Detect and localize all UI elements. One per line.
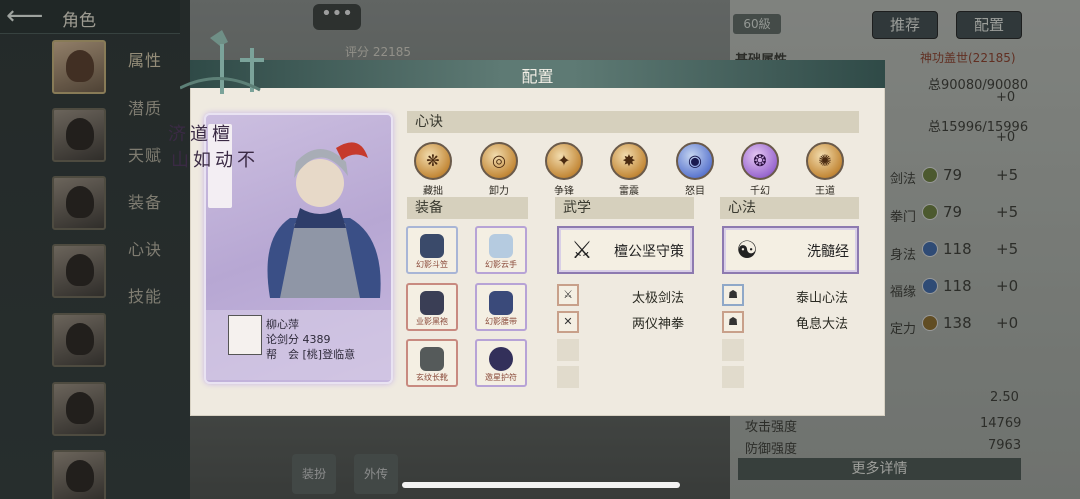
skill-label: 雷震 — [619, 186, 639, 197]
guild-name: 帮 会 [桃]登临意 — [266, 348, 356, 361]
skill-icon[interactable]: ✸ — [610, 142, 648, 180]
empty-skill-slot[interactable] — [722, 366, 744, 388]
inner-art-icon[interactable]: ☗ — [722, 284, 744, 306]
martial-art-name: 两仪神拳 — [632, 317, 685, 332]
empty-skill-slot[interactable] — [557, 339, 579, 361]
inner-art-name: 龟息大法 — [796, 317, 849, 332]
skill-icon[interactable]: ◉ — [676, 142, 714, 180]
player-avatar — [228, 315, 262, 355]
character-name: 檀道济 — [165, 124, 230, 142]
sword-score: 论剑分 4389 — [266, 333, 331, 346]
equipment-slot[interactable]: 玄纹长靴 — [406, 339, 458, 387]
equipment-slot[interactable]: 幻影云手 — [475, 226, 527, 274]
equipment-slot[interactable]: 幻影斗笠 — [406, 226, 458, 274]
inner-art-name: 泰山心法 — [796, 291, 849, 306]
equipment-header: 装备 — [407, 197, 528, 219]
equipment-slot[interactable]: 幻影腰带 — [475, 283, 527, 331]
character-illustration — [267, 142, 381, 298]
inner-art-icon[interactable]: ☗ — [722, 311, 744, 333]
skill-icon[interactable]: ❂ — [741, 142, 779, 180]
wuxue-header: 武学 — [555, 197, 694, 219]
skill-label: 王道 — [815, 186, 835, 197]
empty-skill-slot[interactable] — [557, 366, 579, 388]
skill-label: 藏拙 — [423, 186, 443, 197]
martial-art-icon: ⚔ — [571, 236, 593, 264]
fist-skill-icon[interactable]: ✕ — [557, 311, 579, 333]
skill-icon[interactable]: ✦ — [545, 142, 583, 180]
sword-skill-icon[interactable]: ⚔ — [557, 284, 579, 306]
skill-label: 卸力 — [489, 186, 509, 197]
meditation-icon: ☯ — [736, 236, 758, 264]
skill-icon[interactable]: ✺ — [806, 142, 844, 180]
home-indicator[interactable] — [402, 482, 680, 488]
skill-label: 争锋 — [554, 186, 574, 197]
skill-icon[interactable]: ◎ — [480, 142, 518, 180]
equipment-slot[interactable]: 业影黑袍 — [406, 283, 458, 331]
xinjue-header: 心诀 — [407, 111, 859, 133]
martial-art-name: 太极剑法 — [632, 291, 685, 306]
skill-label: 千幻 — [750, 186, 770, 197]
dialog-title: 配置 — [521, 67, 554, 86]
main-inner-art[interactable]: ☯ 洗髓经 — [722, 226, 859, 274]
xinfa-header: 心法 — [720, 197, 859, 219]
skill-icon[interactable]: ❋ — [414, 142, 452, 180]
skill-label: 怒目 — [685, 186, 705, 197]
equipment-slot[interactable]: 邀星护符 — [475, 339, 527, 387]
player-name: 柳心萍 — [266, 318, 299, 331]
empty-skill-slot[interactable] — [722, 339, 744, 361]
main-martial-art[interactable]: ⚔ 檀公坚守策 — [557, 226, 694, 274]
